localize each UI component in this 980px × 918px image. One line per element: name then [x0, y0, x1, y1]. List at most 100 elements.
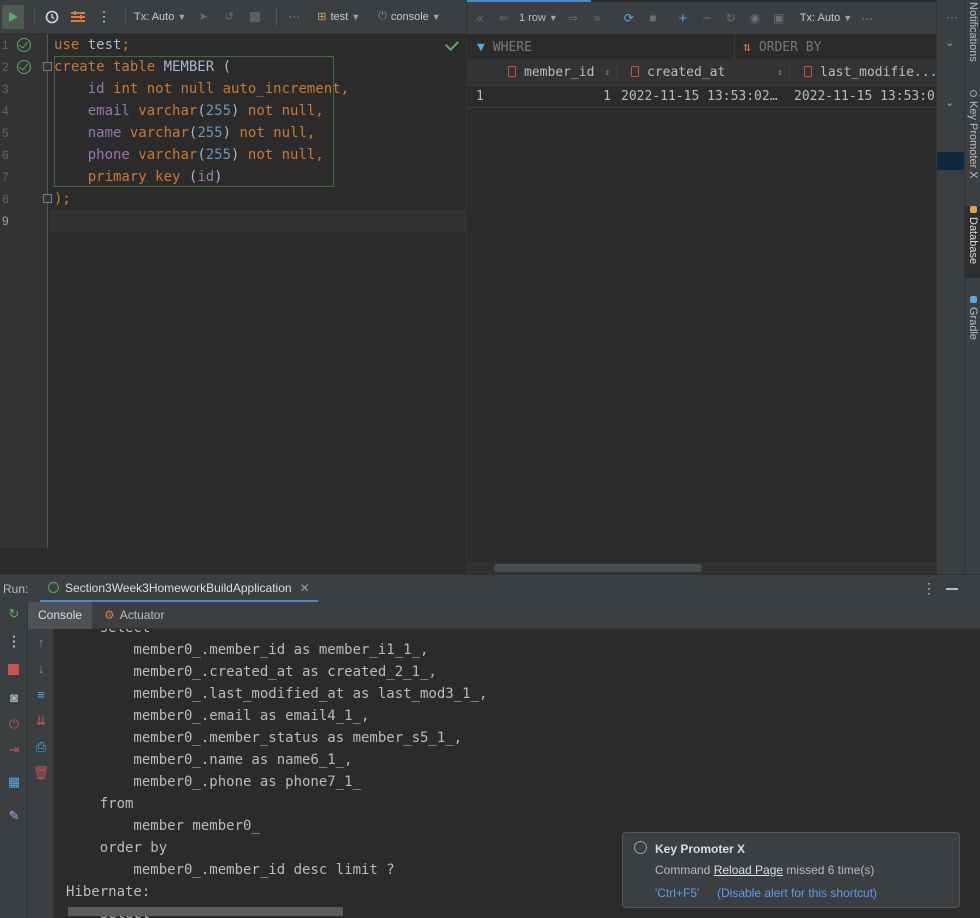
where-filter[interactable]: ▼ WHERE — [467, 34, 735, 60]
table-cell[interactable]: 2022-11-15 13:53:02… — [617, 86, 790, 108]
code-token: id — [197, 169, 215, 185]
settings-sliders-icon[interactable] — [67, 5, 89, 29]
more-vertical-icon[interactable]: ⋮ — [0, 632, 28, 650]
minimize-icon[interactable] — [946, 588, 958, 590]
chevron-down-icon: ▼ — [548, 13, 558, 23]
delete-row-icon[interactable]: − — [698, 7, 716, 29]
prev-page-icon[interactable]: ⇐ — [495, 7, 513, 29]
table-row[interactable]: 1 1 2022-11-15 13:53:02… 2022-11-15 13:53:0 — [467, 86, 937, 108]
pin-icon[interactable]: ✎ — [0, 808, 28, 824]
column-header[interactable]: member_id ⇕ — [494, 60, 617, 86]
print-icon[interactable]: ⎙ — [28, 739, 54, 755]
execute-icon[interactable] — [2, 4, 24, 29]
order-by-filter[interactable]: ⇅ ORDER BY — [735, 34, 821, 60]
shortcut-link[interactable]: 'Ctrl+F5' — [655, 886, 699, 900]
gutter-line: 5 — [0, 122, 48, 144]
save-icon[interactable]: ▣ — [770, 7, 788, 29]
scroll-to-end-icon[interactable]: ⇊ — [28, 713, 54, 729]
layout-icon[interactable]: ▦ — [0, 774, 28, 790]
column-header[interactable]: last_modifie... — [790, 60, 937, 86]
session-dropdown[interactable]: ⏻ console ▼ — [376, 5, 443, 29]
tab-console[interactable]: Console — [28, 602, 93, 629]
tx-mode-dropdown[interactable]: Tx: Auto ▼ — [800, 7, 852, 29]
arrow-down-icon[interactable]: ↓ — [28, 661, 54, 676]
more-horizontal-icon[interactable]: ··· — [937, 0, 967, 34]
tool-tab-gradle[interactable]: Gradle — [965, 296, 980, 350]
rerun-icon[interactable]: ↻ — [0, 606, 28, 622]
column-label: created_at — [647, 65, 726, 80]
code-token: ) — [231, 103, 248, 119]
rollback-icon[interactable]: ↺ — [218, 5, 240, 29]
plug-icon: ⏻ — [378, 10, 387, 22]
grid-scrollbar[interactable] — [494, 564, 702, 572]
tool-tab-database[interactable]: Database — [965, 206, 980, 278]
code-area[interactable]: use test; create table MEMBER ( id int no… — [49, 34, 466, 548]
refresh-icon[interactable]: ⟳ — [620, 7, 638, 29]
filter-icon: ▼ — [477, 39, 485, 55]
column-header[interactable]: created_at ⇕ — [617, 60, 790, 86]
stop-icon[interactable] — [244, 5, 266, 29]
revert-icon[interactable]: ↻ — [722, 7, 740, 29]
chevron-down-icon[interactable]: ⌄ — [945, 36, 954, 49]
arrow-up-icon[interactable]: ↑ — [28, 635, 54, 650]
sort-icon: ⇅ — [743, 39, 751, 55]
more-horizontal-icon[interactable]: ··· — [858, 7, 876, 29]
console-line: member0_.name as name6_1_, — [66, 752, 353, 768]
tx-mode-dropdown[interactable]: Tx: Auto ▼ — [132, 5, 188, 29]
exit-icon[interactable]: ⇥ — [0, 742, 28, 758]
tool-tab-label: Notifications — [967, 2, 979, 62]
code-token: MEMBER ( — [163, 59, 232, 75]
plug-icon[interactable]: ⏻ — [0, 716, 28, 732]
submit-icon[interactable]: ➤ — [192, 5, 214, 29]
actuator-icon: ⚙ — [104, 608, 115, 622]
view-icon[interactable]: ◉ — [746, 7, 764, 29]
code-token: name — [87, 125, 130, 141]
last-page-icon[interactable]: » — [588, 7, 606, 29]
line-number: 3 — [2, 82, 9, 96]
trash-icon[interactable]: 🗑 — [28, 765, 54, 781]
console-line: member0_.phone as phone7_1_ — [66, 774, 362, 790]
code-line: phone varchar(255) not null, — [54, 144, 324, 166]
camera-icon[interactable]: ◙ — [0, 690, 28, 705]
more-vertical-icon[interactable]: ⋮ — [93, 5, 115, 29]
console-line: member0_.email as email4_1_, — [66, 708, 370, 724]
line-number: 2 — [2, 60, 9, 74]
rows-dropdown[interactable]: 1 row ▼ — [519, 7, 558, 29]
table-cell[interactable]: 1 — [494, 86, 617, 108]
console-scrollbar[interactable] — [68, 907, 343, 916]
schema-dropdown[interactable]: ⊞ test ▼ — [315, 5, 362, 29]
code-line: id int not null auto_increment, — [54, 78, 349, 100]
tool-tab-notifications[interactable]: Notifications — [965, 2, 980, 70]
sort-arrows-icon[interactable]: ⇕ — [605, 60, 610, 86]
run-config-tab[interactable]: Section3Week3HomeworkBuildApplication ✕ — [40, 575, 318, 603]
results-toolbar: « ⇐ 1 row ▼ ⇒ » ⟳ ■ + − ↻ ◉ ▣ Tx: Auto ▼ ·… — [467, 2, 937, 34]
table-cell[interactable]: 2022-11-15 13:53:0 — [790, 86, 937, 108]
tool-tab-key-promoter[interactable]: Key Promoter X — [965, 90, 980, 190]
more-horizontal-icon[interactable]: ··· — [283, 5, 305, 29]
code-token: ; — [121, 37, 130, 53]
soft-wrap-icon[interactable]: ≡ — [28, 687, 54, 702]
history-icon[interactable] — [41, 5, 63, 29]
line-number: 1 — [2, 38, 9, 52]
next-page-icon[interactable]: ⇒ — [564, 7, 582, 29]
close-icon[interactable]: ✕ — [300, 581, 310, 595]
disable-alert-link[interactable]: (Disable alert for this shortcut) — [717, 886, 877, 900]
message-action[interactable]: Reload Page — [714, 863, 783, 877]
first-page-icon[interactable]: « — [471, 7, 489, 29]
console-tabs: Console ⚙ Actuator — [28, 602, 980, 629]
stop-icon[interactable] — [0, 664, 28, 679]
add-row-icon[interactable]: + — [674, 7, 692, 29]
console-line: member member0_ — [66, 818, 260, 834]
sort-arrows-icon[interactable]: ⇕ — [778, 60, 783, 86]
tree-selection[interactable] — [937, 152, 967, 170]
chevron-down-icon: ▼ — [351, 11, 361, 22]
tx-mode-label: Tx: Auto — [799, 12, 841, 24]
tab-actuator[interactable]: ⚙ Actuator — [94, 602, 174, 629]
stop-icon[interactable]: ■ — [644, 7, 662, 29]
more-vertical-icon[interactable]: ⋮ — [922, 580, 936, 597]
code-token: use — [54, 37, 88, 53]
code-token: ) — [222, 125, 240, 141]
chevron-down-icon[interactable]: ⌄ — [945, 96, 954, 109]
console-toolbar: ↑ ↓ ≡ ⇊ ⎙ 🗑 — [28, 629, 54, 918]
